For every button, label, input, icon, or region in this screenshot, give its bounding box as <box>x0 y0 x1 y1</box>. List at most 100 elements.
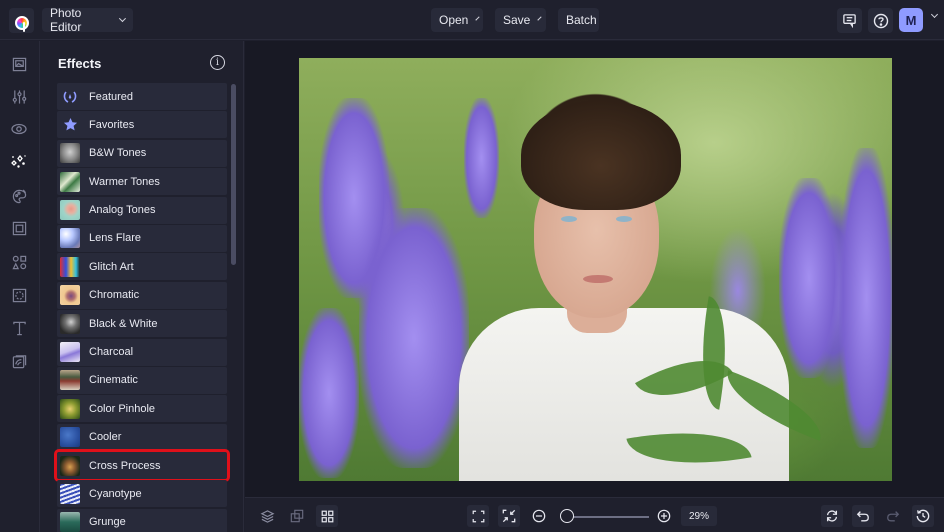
effect-item-label: Chromatic <box>89 289 140 302</box>
help-button[interactable] <box>868 8 893 33</box>
top-bar: Photo Editor Open Save Batch M <box>0 0 944 40</box>
zoom-out-button[interactable] <box>528 505 550 527</box>
chevron-down-icon[interactable] <box>930 10 939 19</box>
befunky-logo[interactable] <box>9 8 34 33</box>
photo-image[interactable] <box>299 58 892 481</box>
black-white-thumbnail <box>60 313 80 334</box>
rail-item-adjust[interactable] <box>8 86 30 108</box>
rail-item-artsy[interactable] <box>8 185 30 207</box>
redo-button[interactable] <box>882 505 904 527</box>
rail-item-frames[interactable] <box>8 217 30 239</box>
effect-item-warmer-tones[interactable]: Warmer Tones <box>57 168 227 196</box>
tool-rail <box>0 41 40 532</box>
effect-item-lens-flare[interactable]: Lens Flare <box>57 224 227 252</box>
effect-item-black-white[interactable]: Black & White <box>57 310 227 338</box>
effect-item-label: Grunge <box>89 516 126 529</box>
grid-view-button[interactable] <box>316 505 338 527</box>
effect-item-label: Cinematic <box>89 374 138 387</box>
open-menu-button[interactable]: Open <box>431 8 483 32</box>
sliders-icon <box>12 90 26 104</box>
effect-item-label: Charcoal <box>89 346 134 359</box>
rail-item-text[interactable] <box>8 317 30 339</box>
image-icon <box>12 57 26 71</box>
effect-item-label: Cooler <box>89 431 122 444</box>
effect-item-cross-process[interactable]: Cross Process <box>54 449 230 483</box>
analog-tones-thumbnail <box>60 200 80 221</box>
shapes-icon <box>11 255 26 269</box>
color-pinhole-thumbnail <box>60 398 80 419</box>
feedback-button[interactable] <box>837 8 862 33</box>
cross-process-thumbnail <box>60 455 80 476</box>
chromatic-thumbnail <box>60 285 80 306</box>
sparkles-icon <box>11 154 26 168</box>
question-circle-icon <box>873 13 888 28</box>
effect-item-grunge[interactable]: Grunge <box>57 508 227 532</box>
effect-item-cooler[interactable]: Cooler <box>57 423 227 451</box>
effect-item-analog-tones[interactable]: Analog Tones <box>57 196 227 224</box>
rail-item-textures[interactable] <box>8 350 30 372</box>
zoom-level[interactable]: 29% <box>681 506 717 526</box>
warmer-tones-thumbnail <box>60 171 80 192</box>
batch-label: Batch <box>566 13 597 27</box>
undo-button[interactable] <box>852 505 874 527</box>
effect-item-label: Featured <box>89 90 134 103</box>
effect-item-chromatic[interactable]: Chromatic <box>57 281 227 309</box>
cyanotype-thumbnail <box>60 483 80 504</box>
chevron-down-icon <box>537 16 542 21</box>
zoom-slider-track[interactable] <box>563 516 649 518</box>
effect-item-favorites[interactable]: Favorites <box>57 111 227 139</box>
rotate-button[interactable] <box>821 505 843 527</box>
message-square-icon <box>843 14 856 28</box>
effect-item-color-pinhole[interactable]: Color Pinhole <box>57 395 227 423</box>
user-avatar-button[interactable]: M <box>899 8 923 32</box>
panel-title: Effects <box>58 56 102 71</box>
effect-item-label: Cross Process <box>89 459 161 472</box>
laurel-icon <box>60 87 80 107</box>
compare-button[interactable] <box>286 505 308 527</box>
effect-item-cinematic[interactable]: Cinematic <box>57 366 227 394</box>
charcoal-thumbnail <box>60 342 80 363</box>
panel-scrollbar[interactable] <box>231 84 236 265</box>
effect-item-glitch-art[interactable]: Glitch Art <box>57 253 227 281</box>
chevron-down-icon <box>475 16 480 21</box>
rail-item-effects[interactable] <box>8 151 30 173</box>
effect-item-featured[interactable]: Featured <box>57 83 227 110</box>
effect-item-label: Lens Flare <box>89 232 141 245</box>
layers-icon <box>260 509 274 523</box>
effects-list: Featured Favorites B&W Tones Warmer Tone… <box>54 83 230 532</box>
zoom-in-button[interactable] <box>653 505 675 527</box>
save-menu-button[interactable]: Save <box>495 8 546 32</box>
effect-item-label: Cyanotype <box>89 487 142 500</box>
chevron-down-icon <box>119 15 127 22</box>
grid-icon <box>321 510 333 522</box>
eye-icon <box>11 123 27 135</box>
effect-item-label: Glitch Art <box>89 260 134 273</box>
expand-icon <box>472 510 484 522</box>
rail-item-overlays[interactable] <box>8 284 30 306</box>
minus-circle-icon <box>532 509 546 523</box>
lens-flare-thumbnail <box>60 228 80 249</box>
frame-icon <box>12 221 26 235</box>
actual-size-button[interactable] <box>498 505 520 527</box>
effect-item-bw-tones[interactable]: B&W Tones <box>57 139 227 167</box>
layers-button[interactable] <box>256 505 278 527</box>
info-icon[interactable]: i <box>210 55 225 70</box>
fit-to-screen-button[interactable] <box>467 505 489 527</box>
rail-item-image[interactable] <box>8 53 30 75</box>
undo-icon <box>856 511 869 522</box>
grunge-thumbnail <box>60 512 80 532</box>
batch-button[interactable]: Batch <box>558 8 599 32</box>
effects-panel: Effects i Featured Favorites B&W Tones W… <box>40 41 244 532</box>
photo-editor-menu-button[interactable]: Photo Editor <box>42 6 133 34</box>
glitch-art-thumbnail <box>60 256 80 277</box>
effect-item-charcoal[interactable]: Charcoal <box>57 338 227 366</box>
effect-item-cyanotype[interactable]: Cyanotype <box>57 480 227 508</box>
rail-item-graphics[interactable] <box>8 251 30 273</box>
bottom-toolbar: 29% <box>245 497 944 532</box>
zoom-slider-handle[interactable] <box>560 509 575 523</box>
bw-tones-thumbnail <box>60 143 80 164</box>
history-button[interactable] <box>912 505 934 527</box>
effect-item-label: Black & White <box>89 317 158 330</box>
cinematic-thumbnail <box>60 370 80 391</box>
rail-item-touch-up[interactable] <box>8 118 30 140</box>
